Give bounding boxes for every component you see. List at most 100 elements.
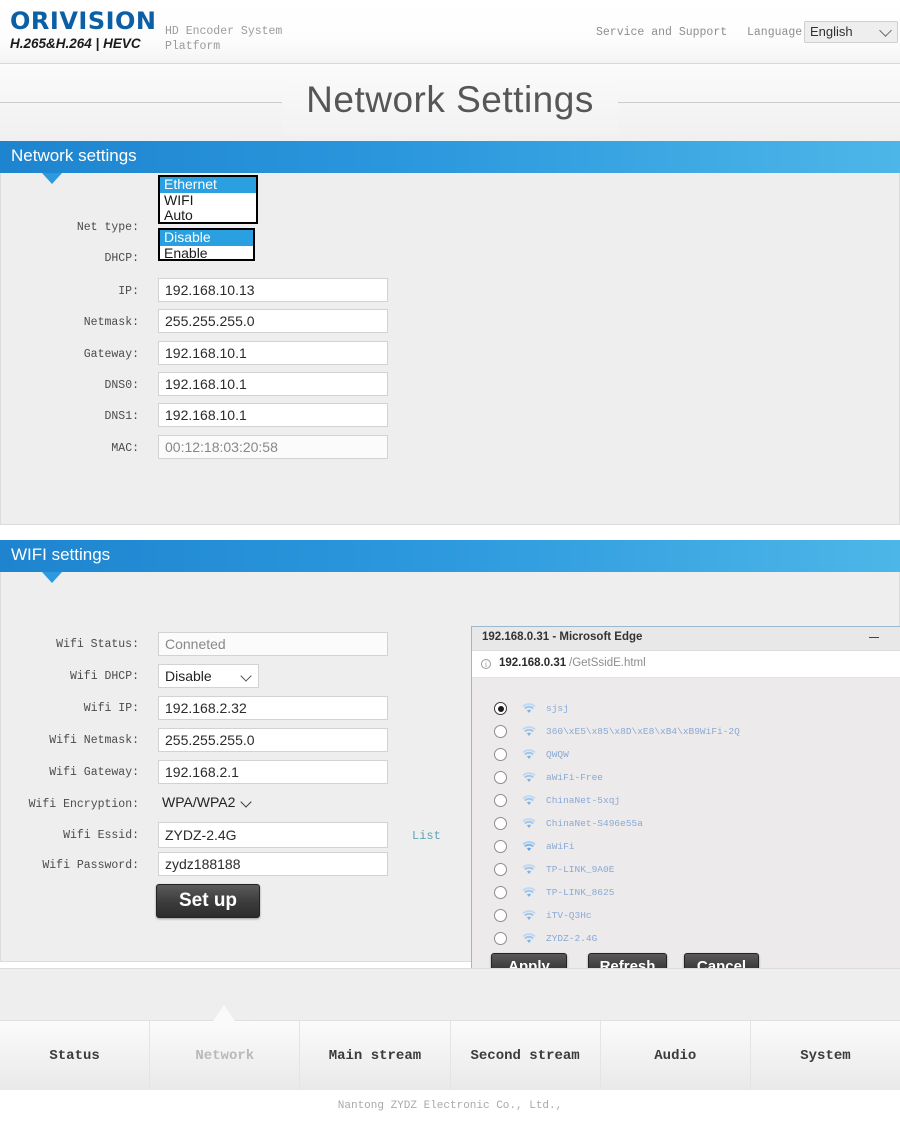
chevron-down-icon (240, 670, 252, 682)
net-type-listbox[interactable]: Ethernet WIFI Auto (158, 175, 258, 224)
mac-input: 00:12:18:03:20:58 (158, 435, 388, 459)
ssid-radio-4[interactable] (494, 794, 507, 807)
ssid-radio-8[interactable] (494, 886, 507, 899)
ssid-list-link[interactable]: List (412, 829, 441, 843)
minimize-icon[interactable] (869, 637, 879, 638)
nav-item-system[interactable]: System (751, 1021, 900, 1090)
network-settings-body: Net type: Ethernet WIFI Auto DHCP: Disab… (0, 173, 900, 525)
service-support-link[interactable]: Service and Support (596, 26, 727, 39)
wifi-essid-input[interactable]: ZYDZ-2.4G (158, 822, 388, 848)
network-settings-header: Network settings (0, 141, 900, 173)
section-spacer (0, 525, 900, 540)
language-selected-value: English (810, 24, 853, 39)
ip-label: IP: (118, 285, 139, 298)
nav-item-main-stream[interactable]: Main stream (300, 1021, 451, 1090)
wifi-status-label: Wifi Status: (56, 638, 139, 651)
info-circle-icon: i (481, 659, 491, 669)
wifi-icon (522, 703, 536, 714)
edge-window-title: 192.168.0.31 - Microsoft Edge (482, 631, 643, 643)
page-title-band: Network Settings (0, 64, 900, 141)
wifi-dhcp-select[interactable]: Disable (158, 664, 259, 688)
ssid-radio-2[interactable] (494, 748, 507, 761)
ssid-label-9: iTV-Q3Hc (546, 910, 592, 921)
ssid-radio-9[interactable] (494, 909, 507, 922)
wifi-dhcp-label: Wifi DHCP: (69, 670, 139, 683)
wifi-status-value: Conneted (158, 632, 388, 656)
ssid-radio-1[interactable] (494, 725, 507, 738)
page-title: Network Settings (0, 64, 900, 136)
chevron-down-icon (879, 24, 892, 37)
wifi-ip-input[interactable]: 192.168.2.32 (158, 696, 388, 720)
language-select[interactable]: English (804, 21, 898, 43)
app-root: ORIVISION H.265&H.264 | HEVC HD Encoder … (0, 0, 900, 1125)
edge-address-bar[interactable]: i 192.168.0.31 /GetSsidE.html (472, 651, 900, 678)
net-type-label: Net type: (76, 221, 139, 234)
wifi-settings-title: WIFI settings (11, 545, 111, 564)
bottom-navigation: Status Network Main stream Second stream… (0, 1020, 900, 1090)
dns1-input[interactable]: 192.168.10.1 (158, 403, 388, 427)
netmask-input[interactable]: 255.255.255.0 (158, 309, 388, 333)
ssid-radio-10[interactable] (494, 932, 507, 945)
wifi-settings-section: WIFI settings Wifi Status: Conneted Wifi… (0, 540, 900, 1011)
nav-item-network[interactable]: Network (150, 1021, 301, 1090)
ssid-label-10: ZYDZ-2.4G (546, 933, 598, 944)
ssid-label-7: TP-LINK_9A0E (546, 864, 615, 875)
mac-label: MAC: (111, 442, 139, 455)
copyright-text: Nantong ZYDZ Electronic Co., Ltd., (337, 1100, 563, 1112)
ssid-radio-0[interactable] (494, 702, 507, 715)
wifi-icon (522, 749, 536, 760)
platform-subtitle: HD Encoder System Platform (165, 25, 283, 53)
brand-logo: ORIVISION H.265&H.264 | HEVC (10, 9, 157, 51)
gateway-input[interactable]: 192.168.10.1 (158, 341, 388, 365)
active-nav-pointer (213, 1005, 235, 1021)
wifi-password-input[interactable]: zydz188188 (158, 852, 388, 876)
top-header: ORIVISION H.265&H.264 | HEVC HD Encoder … (0, 0, 900, 64)
nav-item-audio[interactable]: Audio (601, 1021, 751, 1090)
dhcp-option-1[interactable]: Enable (160, 245, 253, 262)
setup-button[interactable]: Set up (156, 884, 260, 918)
brand-tagline: H.265&H.264 | HEVC (10, 36, 141, 51)
ssid-radio-5[interactable] (494, 817, 507, 830)
ssid-radio-7[interactable] (494, 863, 507, 876)
network-settings-title: Network settings (11, 146, 137, 165)
ssid-label-6: aWiFi (546, 841, 575, 852)
ssid-radio-6[interactable] (494, 840, 507, 853)
gateway-label: Gateway: (83, 348, 139, 361)
dns1-label: DNS1: (104, 410, 139, 423)
nav-item-second-stream[interactable]: Second stream (451, 1021, 601, 1090)
dns0-input[interactable]: 192.168.10.1 (158, 372, 388, 396)
ip-input[interactable]: 192.168.10.13 (158, 278, 388, 302)
wifi-icon (522, 772, 536, 783)
wifi-icon (522, 795, 536, 806)
wifi-ip-label: Wifi IP: (83, 702, 139, 715)
wifi-encryption-select[interactable]: WPA/WPA2 (156, 791, 258, 815)
ssid-radio-3[interactable] (494, 771, 507, 784)
wifi-gateway-input[interactable]: 192.168.2.1 (158, 760, 388, 784)
edge-titlebar: 192.168.0.31 - Microsoft Edge (472, 627, 900, 651)
wifi-encryption-label: Wifi Encryption: (28, 798, 139, 811)
wifi-icon (522, 910, 536, 921)
nav-item-status[interactable]: Status (0, 1021, 151, 1090)
chevron-down-icon (240, 796, 252, 808)
dhcp-option-0[interactable]: Disable (160, 230, 253, 246)
page-title-text: Network Settings (282, 64, 618, 136)
dhcp-listbox[interactable]: Disable Enable (158, 228, 255, 261)
edge-url-path: /GetSsidE.html (569, 657, 646, 669)
ssid-label-2: QWQW (546, 749, 569, 760)
edge-popup-window: 192.168.0.31 - Microsoft Edge i 192.168.… (471, 626, 900, 1011)
ssid-label-0: sjsj (546, 703, 569, 714)
net-type-option-0[interactable]: Ethernet (160, 177, 256, 193)
wifi-section-pointer (42, 572, 62, 583)
wifi-settings-body: Wifi Status: Conneted Wifi DHCP: Disable… (0, 572, 900, 1011)
netmask-label: Netmask: (83, 316, 139, 329)
wifi-essid-label: Wifi Essid: (63, 829, 139, 842)
wifi-settings-header: WIFI settings (0, 540, 900, 572)
ssid-label-3: aWiFi-Free (546, 772, 604, 783)
net-type-option-1[interactable]: WIFI (160, 192, 256, 209)
wifi-icon (522, 887, 536, 898)
footer-spacer (0, 968, 900, 1020)
wifi-netmask-input[interactable]: 255.255.255.0 (158, 728, 388, 752)
ssid-label-1: 360\xE5\x85\x8D\xE8\xB4\xB9WiFi-2Q (546, 726, 740, 737)
net-type-option-2[interactable]: Auto (160, 208, 256, 224)
ssid-label-5: ChinaNet-S496e55a (546, 818, 643, 829)
